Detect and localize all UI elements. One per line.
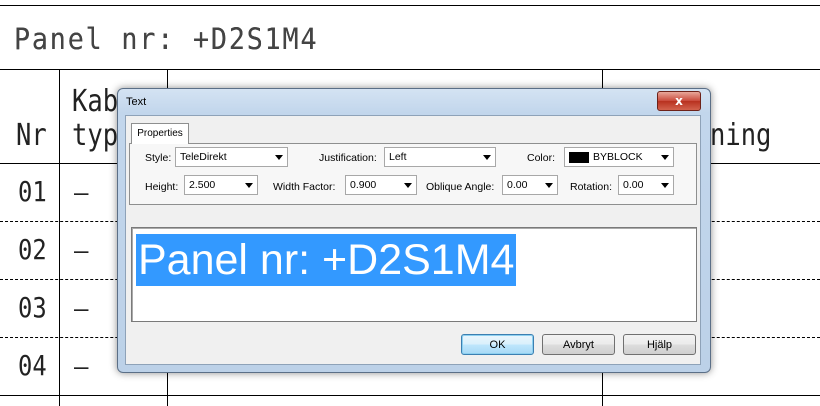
chevron-down-icon <box>545 183 553 188</box>
header-kab: Kab <box>72 84 119 119</box>
row-number: 02 <box>18 233 47 266</box>
header-right: ning <box>710 118 772 153</box>
rotation-value: 0.00 <box>623 179 644 191</box>
ok-button[interactable]: OK <box>461 334 534 355</box>
dialog-body: Properties Style: TeleDirekt Justificati… <box>125 115 701 365</box>
drawing-title: Panel nr: +D2S1M4 <box>14 22 319 56</box>
table-line <box>0 69 820 70</box>
color-swatch <box>569 152 589 163</box>
color-select[interactable]: BYBLOCK <box>564 147 674 167</box>
properties-panel: Style: TeleDirekt Justification: Left Co… <box>129 143 697 205</box>
row-number: 04 <box>18 349 47 382</box>
width-factor-value: 0.900 <box>350 179 377 191</box>
oblique-angle-select[interactable]: 0.00 <box>502 175 558 195</box>
table-column-line <box>59 69 60 406</box>
text-dialog: Text x Properties Style: TeleDirekt Just… <box>117 88 711 373</box>
width-factor-select[interactable]: 0.900 <box>345 175 417 195</box>
row-value: – <box>74 237 89 265</box>
selected-text[interactable]: Panel nr: +D2S1M4 <box>136 234 517 286</box>
chevron-down-icon <box>275 155 283 160</box>
row-value: – <box>74 295 89 323</box>
style-value: TeleDirekt <box>180 151 227 163</box>
row-number: 01 <box>18 175 47 208</box>
cancel-button[interactable]: Avbryt <box>542 334 615 355</box>
tab-properties[interactable]: Properties <box>131 123 189 144</box>
width-factor-label: Width Factor: <box>273 181 336 193</box>
row-value: – <box>74 179 89 207</box>
chevron-down-icon <box>483 155 491 160</box>
table-line <box>0 395 820 396</box>
table-border-top <box>0 5 820 6</box>
justification-value: Left <box>389 151 407 163</box>
close-button[interactable]: x <box>657 91 701 111</box>
oblique-angle-value: 0.00 <box>507 179 528 191</box>
style-select[interactable]: TeleDirekt <box>175 147 288 167</box>
chevron-down-icon <box>661 183 669 188</box>
color-value: BYBLOCK <box>593 151 643 163</box>
chevron-down-icon <box>404 183 412 188</box>
dialog-title: Text <box>126 96 147 108</box>
oblique-angle-label: Oblique Angle: <box>426 181 495 193</box>
row-number: 03 <box>18 291 47 324</box>
height-value: 2.500 <box>189 179 216 191</box>
help-button[interactable]: Hjälp <box>623 334 696 355</box>
justification-select[interactable]: Left <box>384 147 496 167</box>
chevron-down-icon <box>245 183 253 188</box>
rotation-select[interactable]: 0.00 <box>618 175 674 195</box>
height-label: Height: <box>145 181 179 193</box>
chevron-down-icon <box>661 155 669 160</box>
color-label: Color: <box>527 152 556 164</box>
header-nr: Nr <box>16 118 47 153</box>
rotation-label: Rotation: <box>570 181 613 193</box>
justification-label: Justification: <box>319 152 377 164</box>
row-value: – <box>74 353 89 381</box>
height-select[interactable]: 2.500 <box>184 175 258 195</box>
style-label: Style: <box>145 152 172 164</box>
header-typ: typ <box>72 118 119 153</box>
text-edit-field[interactable]: Panel nr: +D2S1M4 <box>131 227 697 322</box>
